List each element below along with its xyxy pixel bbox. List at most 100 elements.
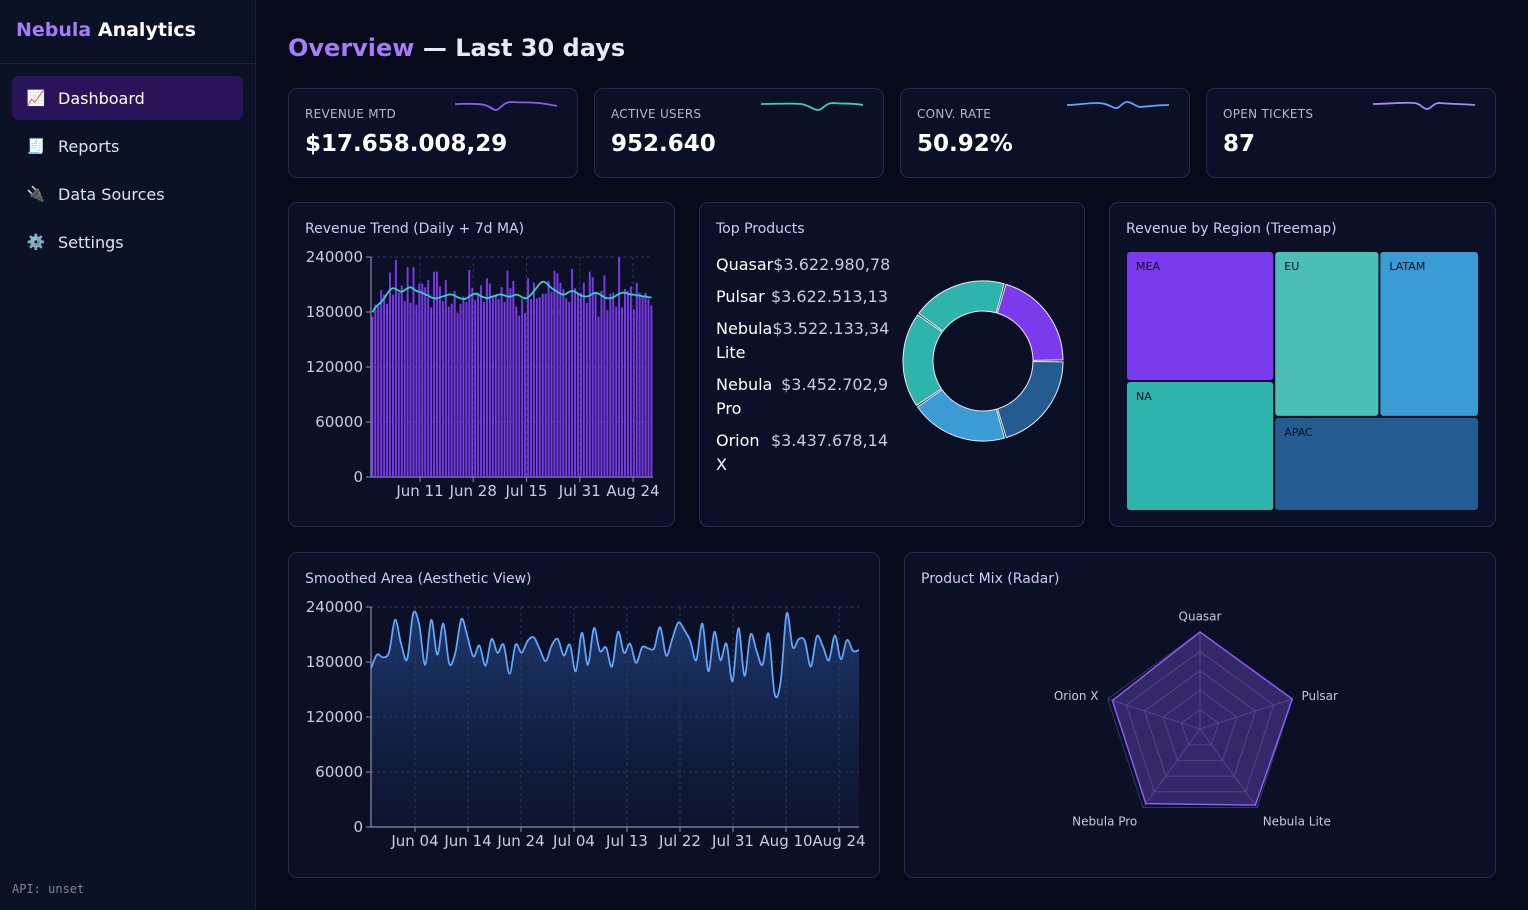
bar	[541, 293, 544, 477]
bar	[603, 275, 606, 477]
bar	[403, 301, 406, 477]
bar	[386, 303, 389, 477]
sidebar-item-reports[interactable]: 🧾 Reports	[12, 124, 243, 168]
y-tick-label: 240000	[306, 598, 363, 616]
page-title-rest: — Last 30 days	[414, 34, 626, 62]
kpi-value: 50.92%	[917, 131, 1013, 157]
kpi-label: CONV. RATE	[917, 107, 992, 121]
treemap-tile-label: APAC	[1284, 426, 1313, 439]
bar	[527, 278, 530, 477]
smoothed-area-panel: Smoothed Area (Aesthetic View) 0 60000 120…	[288, 552, 880, 878]
x-tick-label: Aug 24	[606, 482, 659, 500]
bar	[497, 299, 500, 477]
kpi-label: OPEN TICKETS	[1223, 107, 1314, 121]
bar	[521, 299, 524, 477]
x-tick-label: Jun 28	[449, 482, 497, 500]
bar	[424, 287, 427, 477]
bar	[644, 292, 647, 477]
x-tick-label: Aug 10	[759, 832, 812, 850]
bar	[383, 294, 386, 477]
bar	[433, 271, 436, 477]
bar	[618, 257, 621, 477]
x-tick-label: Jul 22	[658, 832, 701, 850]
bar	[438, 286, 441, 477]
bar	[459, 303, 462, 477]
region-treemap-panel: Revenue by Region (Treemap) MEA NA EU LATAM…	[1109, 202, 1496, 527]
bar	[380, 290, 383, 477]
bar	[377, 306, 380, 477]
bar	[530, 299, 532, 477]
bar	[436, 271, 438, 477]
gear-icon: ⚙️	[26, 233, 46, 251]
treemap-tile-label: NA	[1136, 390, 1152, 403]
bar	[477, 292, 480, 477]
donut-slice	[902, 314, 943, 407]
x-tick-label: Jul 13	[605, 832, 648, 850]
y-tick-label: 180000	[306, 653, 363, 671]
x-tick-label: Jun 04	[390, 832, 438, 850]
chart-icon: 📈	[26, 89, 46, 107]
kpi-value: 952.640	[611, 131, 716, 157]
bar	[624, 289, 626, 477]
kpi-label: REVENUE MTD	[305, 107, 397, 121]
kpi-value: 87	[1223, 131, 1256, 157]
bar	[418, 283, 421, 477]
sidebar-item-dashboard[interactable]: 📈 Dashboard	[12, 76, 243, 120]
sidebar-item-data-sources[interactable]: 🔌 Data Sources	[12, 172, 243, 216]
bar	[532, 282, 535, 477]
bar	[462, 296, 465, 477]
treemap-tile	[1380, 252, 1478, 416]
bar	[615, 306, 618, 477]
x-tick-label: Jul 31	[558, 482, 601, 500]
brand-logo[interactable]: Nebula Analytics	[0, 0, 255, 64]
bar	[503, 301, 506, 477]
bar	[597, 316, 600, 477]
x-tick-label: Jun 14	[443, 832, 491, 850]
document-icon: 🧾	[26, 137, 46, 155]
y-tick-label: 120000	[306, 708, 363, 726]
bar	[415, 304, 418, 477]
radar-axis-label: Nebula Lite	[1263, 814, 1331, 828]
donut-slice	[996, 283, 1064, 361]
revenue-trend-chart: 0 60000 120000 180000 240000 Jun 11 Jun 28 Jul …	[306, 248, 660, 500]
radar-axis-label: Nebula Pro	[1072, 814, 1137, 828]
bar	[483, 301, 485, 477]
bar	[474, 300, 477, 477]
brand-name-accent: Nebula	[16, 19, 92, 41]
sparkline	[1067, 101, 1169, 109]
bar	[512, 280, 515, 477]
plug-icon: 🔌	[26, 185, 46, 203]
bar	[538, 297, 541, 477]
bar	[641, 295, 644, 477]
bar	[635, 282, 638, 477]
bar	[577, 293, 579, 477]
bar	[585, 302, 588, 477]
bar	[468, 269, 471, 477]
donut-slice	[918, 280, 1005, 332]
y-tick-label: 240000	[306, 248, 363, 266]
bar	[582, 282, 585, 477]
sidebar-item-settings[interactable]: ⚙️ Settings	[12, 220, 243, 264]
kpi-label: ACTIVE USERS	[611, 107, 702, 121]
bar	[524, 312, 527, 477]
bar	[491, 296, 494, 477]
sidebar-item-label: Reports	[58, 136, 120, 156]
bar	[430, 307, 433, 477]
x-tick-label: Jul 31	[711, 832, 754, 850]
bar	[500, 287, 503, 477]
bar	[600, 290, 603, 477]
y-tick-label: 120000	[306, 358, 363, 376]
bar	[456, 312, 459, 477]
bar	[632, 309, 635, 477]
bar	[638, 292, 641, 477]
bar	[606, 310, 609, 477]
bar	[465, 301, 468, 477]
bar	[556, 273, 559, 477]
sparkline	[761, 102, 863, 111]
y-tick-label: 60000	[315, 763, 363, 781]
sparkline	[455, 101, 557, 111]
bar	[450, 303, 453, 477]
bar	[485, 278, 488, 477]
bar	[535, 298, 538, 477]
bar	[609, 293, 612, 477]
